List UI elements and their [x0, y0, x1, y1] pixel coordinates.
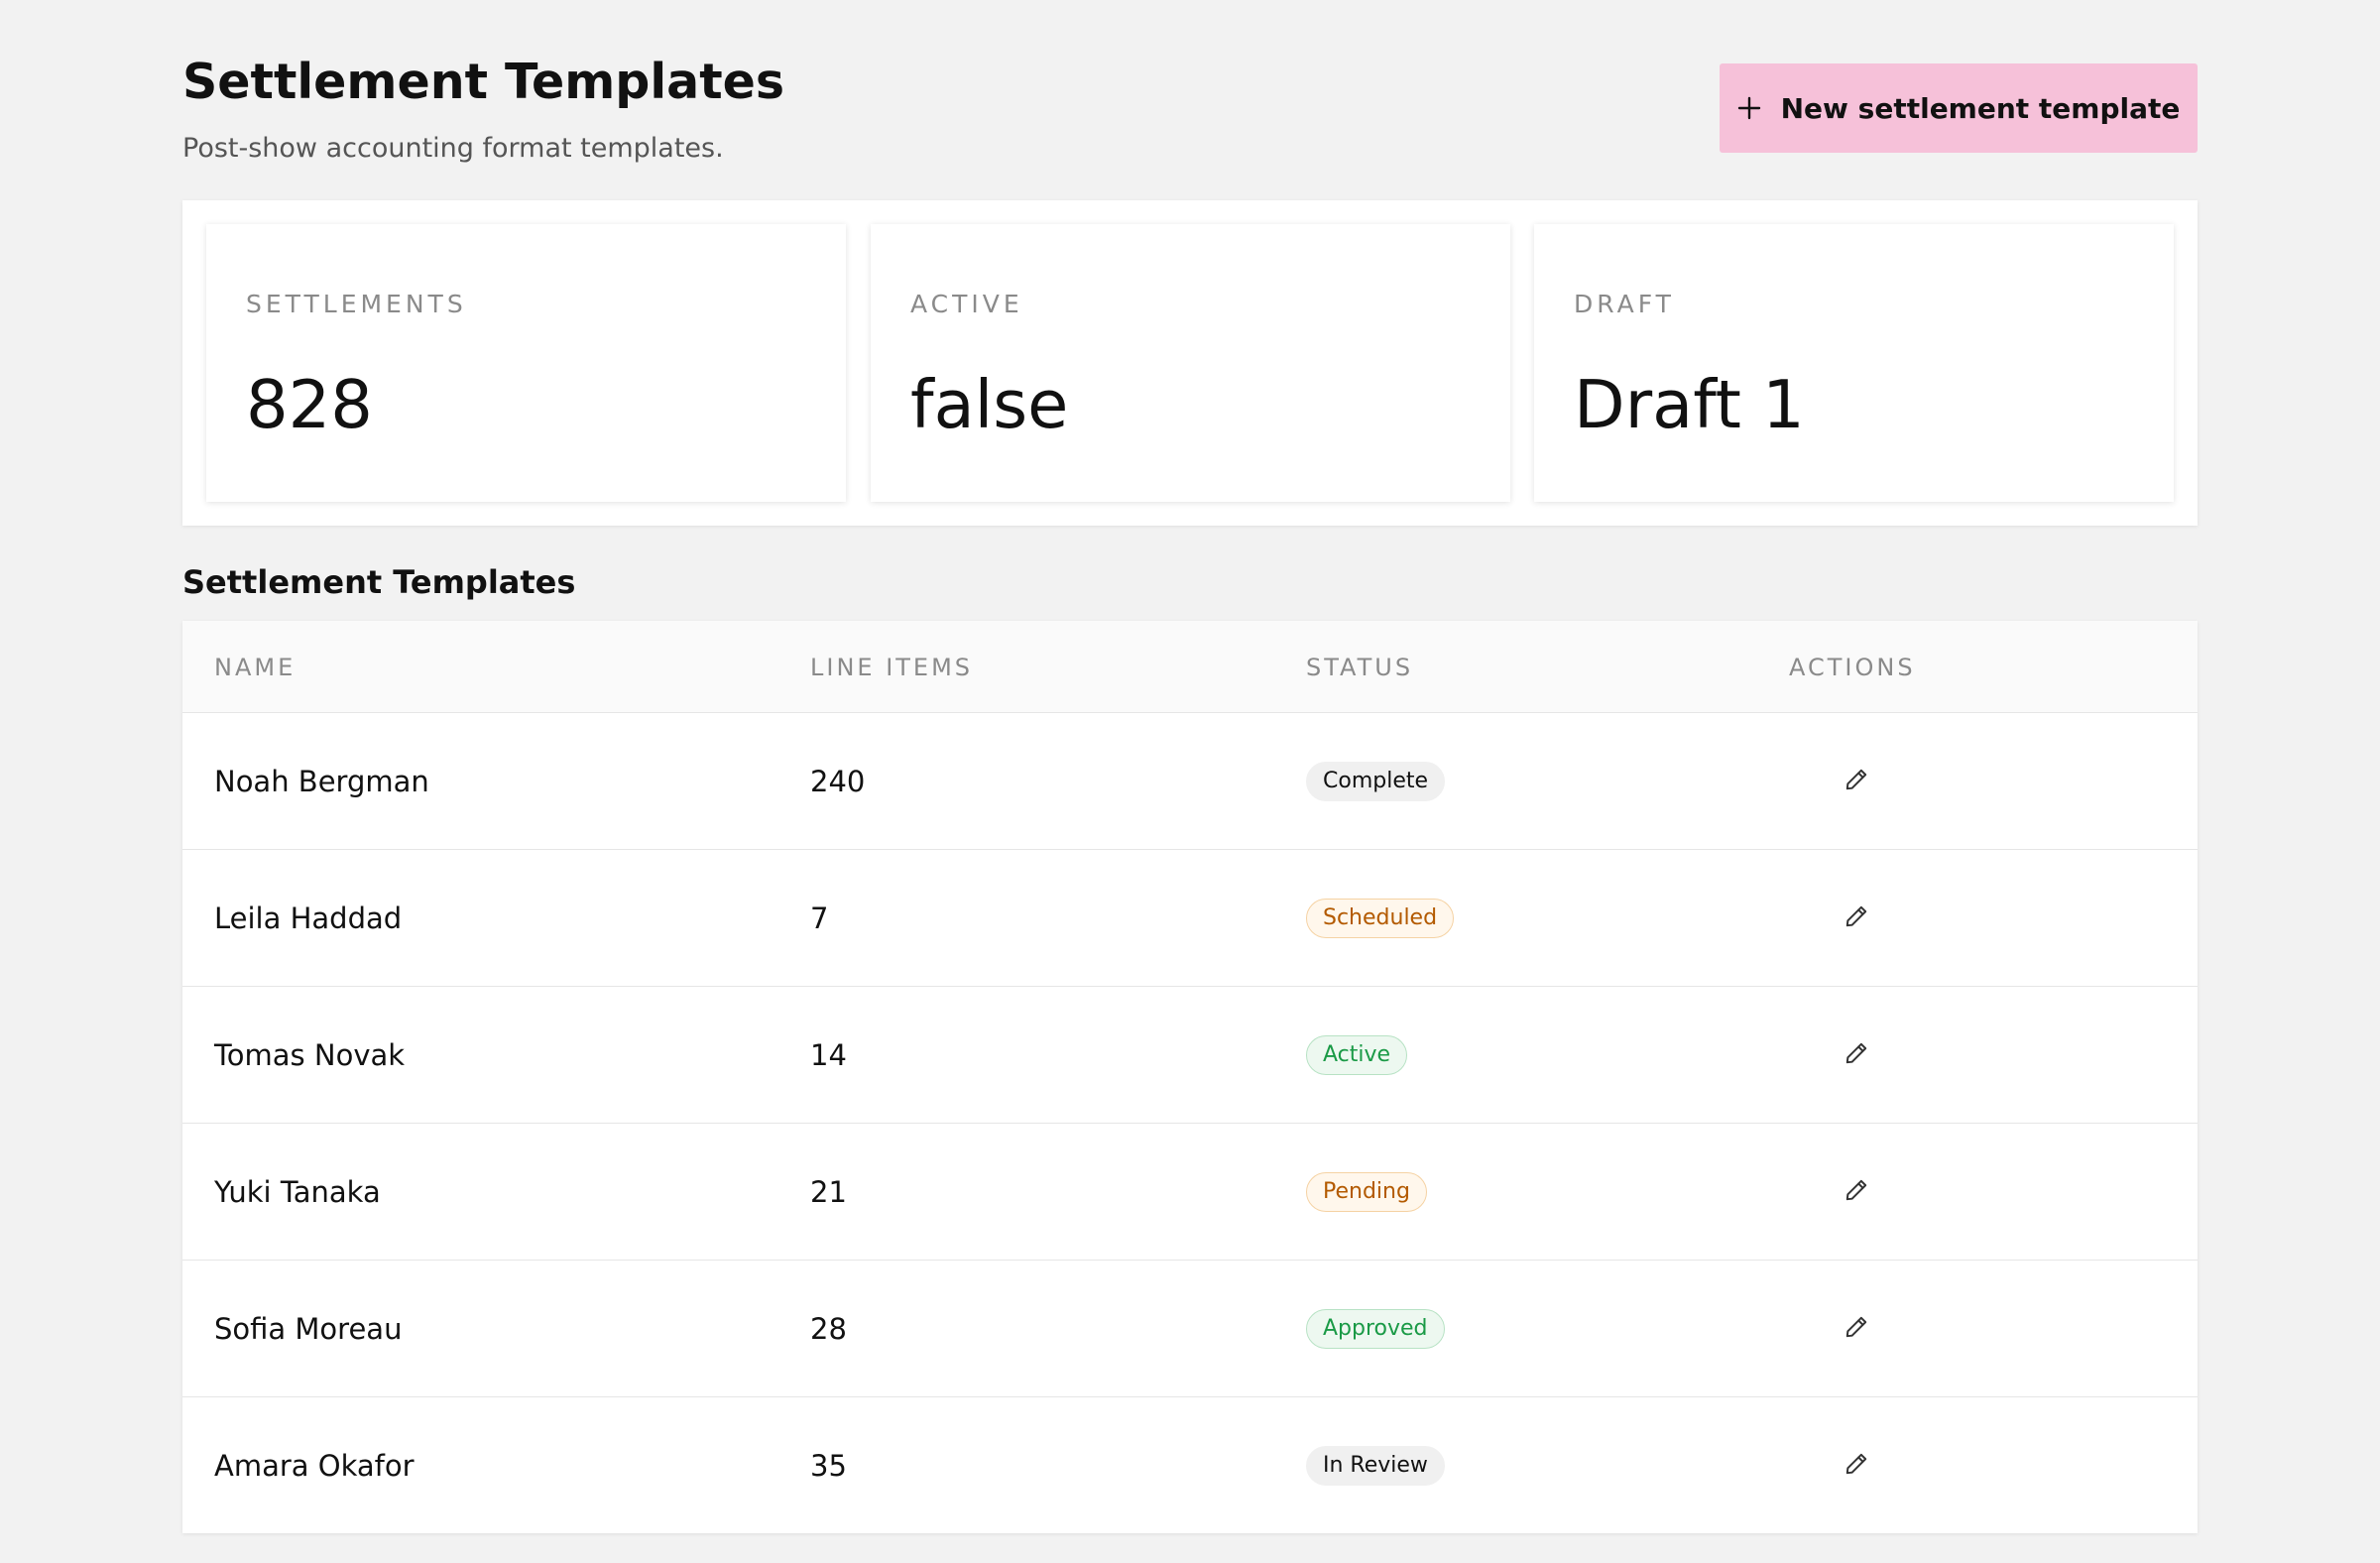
stat-value: 828	[246, 366, 373, 443]
table-row: Amara Okafor 35 In Review	[182, 1396, 2198, 1533]
page-subtitle: Post-show accounting format templates.	[182, 133, 724, 164]
edit-button[interactable]	[1837, 762, 1876, 801]
section-title: Settlement Templates	[182, 563, 576, 601]
stat-card-settlements: SETTLEMENTS 828	[206, 224, 846, 502]
row-name: Yuki Tanaka	[214, 1174, 381, 1209]
pencil-icon	[1844, 1451, 1869, 1480]
stat-label: ACTIVE	[910, 290, 1023, 318]
edit-button[interactable]	[1837, 1035, 1876, 1075]
pencil-icon	[1844, 903, 1869, 932]
edit-button[interactable]	[1837, 899, 1876, 938]
status-badge: Active	[1306, 1034, 1408, 1075]
pencil-icon	[1844, 1040, 1869, 1069]
row-name: Noah Bergman	[214, 764, 429, 798]
table-header: NAME LINE ITEMS STATUS ACTIONS	[182, 621, 2198, 712]
status-badge: Pending	[1306, 1171, 1427, 1212]
column-header-line-items[interactable]: LINE ITEMS	[810, 653, 973, 682]
stats-panel: SETTLEMENTS 828 ACTIVE false DRAFT Draft…	[182, 200, 2198, 526]
table-row: Yuki Tanaka 21 Pending	[182, 1123, 2198, 1260]
row-name: Sofia Moreau	[214, 1311, 403, 1346]
pencil-icon	[1844, 1177, 1869, 1206]
table-row: Sofia Moreau 28 Approved	[182, 1260, 2198, 1396]
row-line-items: 14	[810, 1037, 847, 1072]
row-line-items: 240	[810, 764, 866, 798]
edit-button[interactable]	[1837, 1446, 1876, 1486]
new-settlement-template-label: New settlement template	[1780, 91, 2181, 125]
table-row: Leila Haddad 7 Scheduled	[182, 849, 2198, 986]
stat-value: false	[910, 366, 1069, 443]
status-badge: Scheduled	[1306, 898, 1455, 938]
row-name: Leila Haddad	[214, 901, 403, 935]
row-line-items: 7	[810, 901, 829, 935]
column-header-status[interactable]: STATUS	[1306, 653, 1413, 682]
settlement-templates-table: NAME LINE ITEMS STATUS ACTIONS Noah Berg…	[182, 621, 2198, 1533]
row-line-items: 35	[810, 1448, 847, 1483]
stat-card-draft: DRAFT Draft 1	[1534, 224, 2174, 502]
stat-label: SETTLEMENTS	[246, 290, 467, 318]
stat-value: Draft 1	[1574, 366, 1805, 443]
page-title: Settlement Templates	[182, 54, 785, 110]
table-row: Noah Bergman 240 Complete	[182, 712, 2198, 849]
status-badge: Approved	[1306, 1308, 1445, 1349]
table-row: Tomas Novak 14 Active	[182, 986, 2198, 1123]
status-badge: Complete	[1306, 761, 1446, 801]
row-name: Tomas Novak	[214, 1037, 406, 1072]
pencil-icon	[1844, 1314, 1869, 1343]
edit-button[interactable]	[1837, 1172, 1876, 1212]
row-line-items: 21	[810, 1174, 847, 1209]
pencil-icon	[1844, 767, 1869, 795]
new-settlement-template-button[interactable]: New settlement template	[1720, 63, 2198, 153]
status-badge: In Review	[1306, 1445, 1445, 1486]
stat-label: DRAFT	[1574, 290, 1675, 318]
row-line-items: 28	[810, 1311, 847, 1346]
row-name: Amara Okafor	[214, 1448, 415, 1483]
column-header-name[interactable]: NAME	[214, 653, 296, 682]
plus-icon	[1737, 96, 1761, 120]
stat-card-active: ACTIVE false	[871, 224, 1510, 502]
settlement-templates-page: Settlement Templates Post-show accountin…	[0, 0, 2380, 1563]
column-header-actions: ACTIONS	[1789, 654, 1916, 681]
edit-button[interactable]	[1837, 1309, 1876, 1349]
